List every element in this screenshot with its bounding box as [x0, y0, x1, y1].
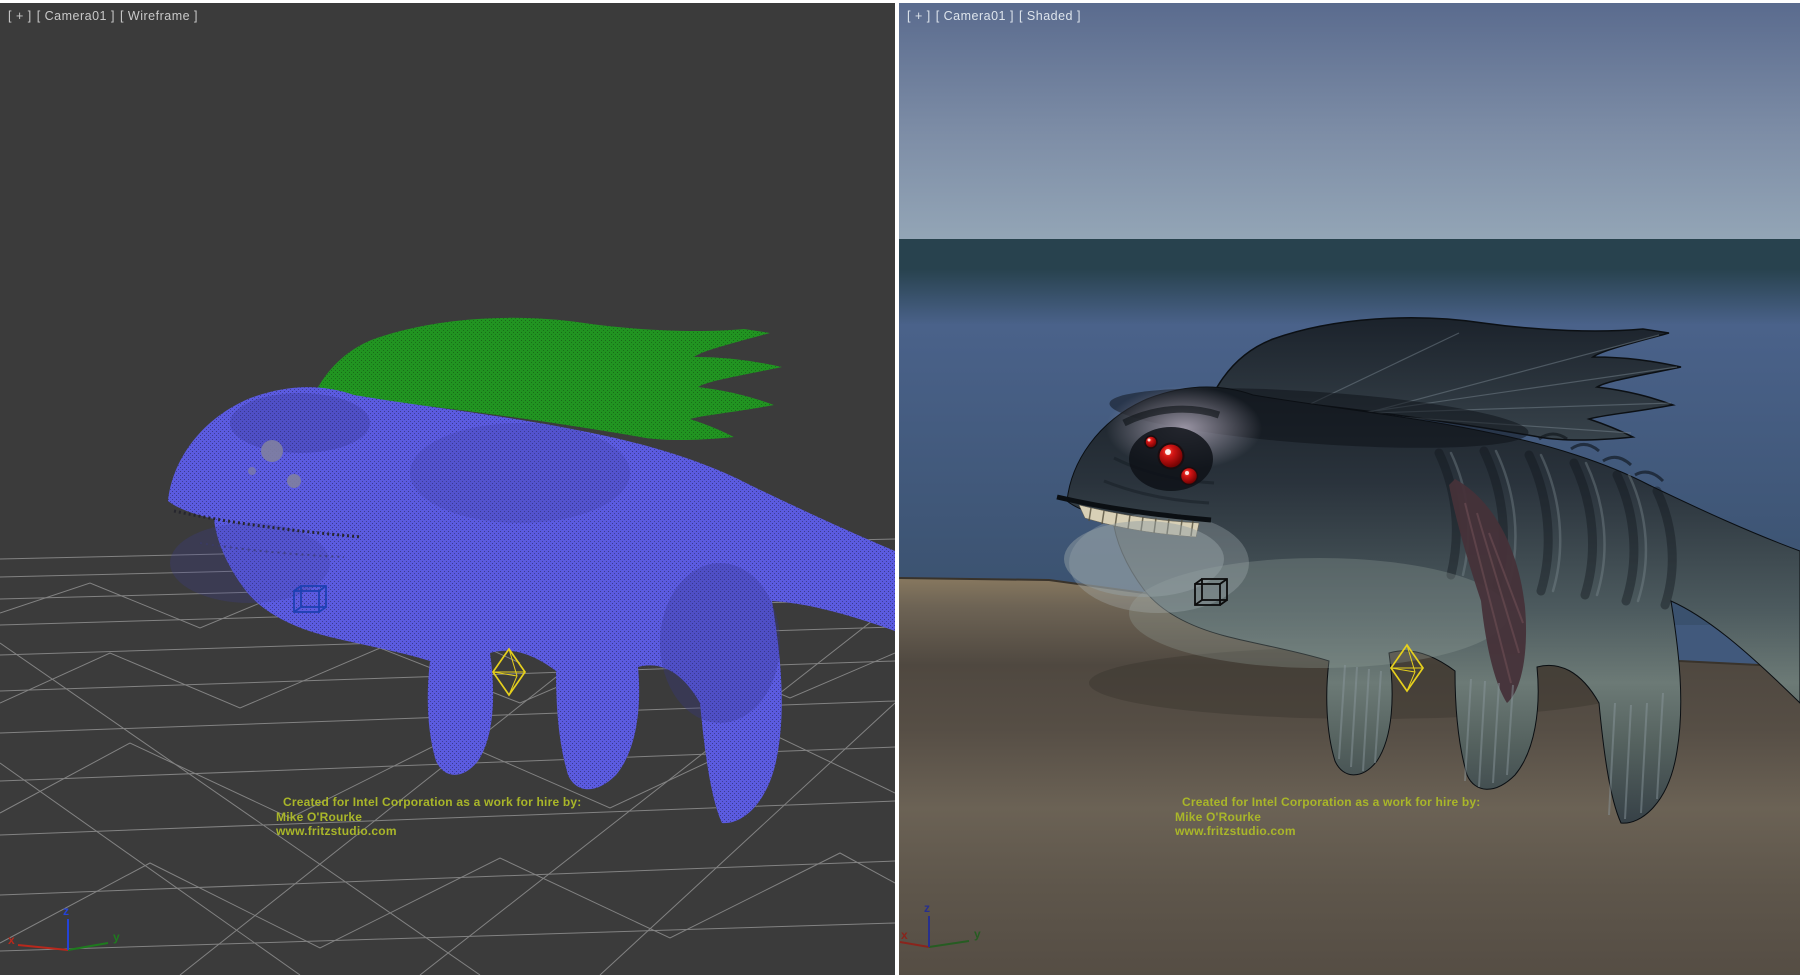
credit-text: Created for Intel Corporation as a work … — [276, 795, 581, 839]
viewport-label: [ + ] [ Camera01 ] [ Wireframe ] — [8, 9, 203, 23]
axis-y-label: y — [974, 927, 981, 941]
viewport-menu-expand[interactable]: [ + ] — [8, 9, 32, 23]
credit-line-1: Created for Intel Corporation as a work … — [1182, 795, 1480, 810]
axis-gizmo: x y z — [8, 904, 120, 950]
viewport-menu-camera[interactable]: [ Camera01 ] — [37, 9, 115, 23]
sea-horizon-band — [899, 239, 1800, 269]
max-dual-viewport: x y z [ + ] [ Camera01 ] [ Wireframe ] Cre… — [0, 0, 1800, 978]
fish-model-wireframe[interactable] — [168, 318, 895, 823]
axis-z-label: z — [924, 901, 930, 915]
credit-line-3: www.fritzstudio.com — [276, 824, 581, 839]
viewport-menu-expand[interactable]: [ + ] — [907, 9, 931, 23]
viewport-wireframe[interactable]: x y z [ + ] [ Camera01 ] [ Wireframe ] Cre… — [0, 3, 895, 975]
viewport-menu-shading[interactable]: [ Shaded ] — [1019, 9, 1081, 23]
credit-line-3: www.fritzstudio.com — [1175, 824, 1480, 839]
fish-eye-main — [1159, 444, 1184, 469]
axis-y-label: y — [113, 930, 120, 944]
credit-line-2: Mike O'Rourke — [276, 810, 581, 825]
viewport-menu-shading[interactable]: [ Wireframe ] — [120, 9, 198, 23]
credit-line-2: Mike O'Rourke — [1175, 810, 1480, 825]
viewport-menu-camera[interactable]: [ Camera01 ] — [936, 9, 1014, 23]
viewport-label: [ + ] [ Camera01 ] [ Shaded ] — [907, 9, 1086, 23]
axis-y — [68, 943, 108, 950]
helper-diamond[interactable] — [493, 649, 525, 695]
axis-x-label: x — [901, 928, 908, 942]
axis-x-label: x — [8, 933, 15, 947]
credit-line-1: Created for Intel Corporation as a work … — [283, 795, 581, 810]
credit-text: Created for Intel Corporation as a work … — [1175, 795, 1480, 839]
axis-z-label: z — [63, 904, 69, 918]
sky — [899, 3, 1800, 239]
viewport-shaded[interactable]: x y z [ + ] [ Camera01 ] [ Shaded ] Create… — [899, 3, 1800, 975]
fish-eyes — [1129, 427, 1213, 491]
